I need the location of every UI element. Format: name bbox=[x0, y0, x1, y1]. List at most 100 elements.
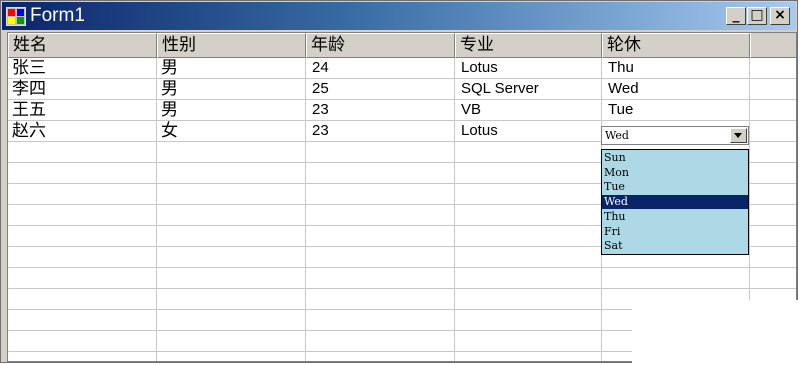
cell-filler bbox=[750, 58, 796, 79]
cell-name[interactable]: 张三 bbox=[8, 58, 157, 79]
cell-rest-day[interactable]: Tue bbox=[602, 100, 750, 121]
cell-major[interactable]: Lotus bbox=[455, 121, 602, 142]
cell-age[interactable] bbox=[306, 352, 455, 361]
close-button[interactable]: × bbox=[770, 7, 790, 25]
window-title: Form1 bbox=[30, 5, 85, 26]
column-header-gender[interactable]: 性别 bbox=[157, 33, 306, 58]
column-header-age[interactable]: 年龄 bbox=[306, 33, 455, 58]
cell-filler bbox=[750, 184, 796, 205]
dropdown-option-wed[interactable]: Wed bbox=[602, 195, 748, 210]
cell-gender[interactable] bbox=[157, 310, 306, 331]
cell-gender[interactable]: 男 bbox=[157, 79, 306, 100]
form-app-icon bbox=[6, 7, 26, 26]
rest-day-combo[interactable]: Wed bbox=[601, 126, 749, 145]
cell-gender[interactable] bbox=[157, 184, 306, 205]
cell-gender[interactable] bbox=[157, 247, 306, 268]
cell-gender[interactable] bbox=[157, 205, 306, 226]
cell-age[interactable]: 23 bbox=[306, 100, 455, 121]
table-row[interactable]: 李四男 25 SQL Server Wed bbox=[8, 79, 796, 100]
cell-name[interactable] bbox=[8, 205, 157, 226]
combo-dropdown-button[interactable] bbox=[730, 128, 747, 143]
cell-filler bbox=[750, 79, 796, 100]
cell-age[interactable] bbox=[306, 205, 455, 226]
cell-filler bbox=[750, 247, 796, 268]
cell-major[interactable] bbox=[455, 247, 602, 268]
dropdown-option-thu[interactable]: Thu bbox=[602, 210, 748, 224]
maximize-button[interactable]: □ bbox=[747, 7, 767, 25]
cell-name[interactable] bbox=[8, 142, 157, 163]
column-header-name[interactable]: 姓名 bbox=[8, 33, 157, 58]
cell-age[interactable]: 25 bbox=[306, 79, 455, 100]
cell-name[interactable] bbox=[8, 226, 157, 247]
cell-age[interactable]: 24 bbox=[306, 58, 455, 79]
chevron-down-icon bbox=[734, 133, 742, 138]
cell-rest-day[interactable]: Thu bbox=[602, 58, 750, 79]
combo-value: Wed bbox=[605, 129, 629, 142]
cell-major[interactable] bbox=[455, 331, 602, 352]
dropdown-option-mon[interactable]: Mon bbox=[602, 166, 748, 180]
cell-filler bbox=[750, 142, 796, 163]
dropdown-option-fri[interactable]: Fri bbox=[602, 225, 748, 239]
cell-name[interactable]: 王五 bbox=[8, 100, 157, 121]
minimize-button[interactable]: _ bbox=[726, 7, 746, 25]
cell-age[interactable] bbox=[306, 268, 455, 289]
cell-name[interactable] bbox=[8, 310, 157, 331]
cell-major[interactable] bbox=[455, 352, 602, 361]
cell-name[interactable]: 赵六 bbox=[8, 121, 157, 142]
cell-gender[interactable] bbox=[157, 226, 306, 247]
column-header-rest-day[interactable]: 轮休 bbox=[602, 33, 750, 58]
column-header-major[interactable]: 专业 bbox=[455, 33, 602, 58]
cell-age[interactable] bbox=[306, 310, 455, 331]
cell-age[interactable] bbox=[306, 184, 455, 205]
cell-gender[interactable] bbox=[157, 268, 306, 289]
cell-major[interactable]: Lotus bbox=[455, 58, 602, 79]
table-row[interactable]: 王五男 23 VB Tue bbox=[8, 100, 796, 121]
cell-gender[interactable] bbox=[157, 352, 306, 361]
table-row[interactable] bbox=[8, 268, 796, 289]
cell-gender[interactable] bbox=[157, 289, 306, 310]
cell-name[interactable] bbox=[8, 247, 157, 268]
cell-filler bbox=[750, 163, 796, 184]
cell-rest-day[interactable] bbox=[602, 268, 750, 289]
cell-age[interactable] bbox=[306, 289, 455, 310]
cell-major[interactable] bbox=[455, 289, 602, 310]
cell-age[interactable] bbox=[306, 226, 455, 247]
cell-gender[interactable] bbox=[157, 331, 306, 352]
cell-name[interactable] bbox=[8, 184, 157, 205]
table-row[interactable]: 张三男 24 Lotus Thu bbox=[8, 58, 796, 79]
title-bar[interactable]: Form1 _ □ × bbox=[2, 2, 796, 30]
column-header-filler bbox=[750, 33, 796, 58]
cell-major[interactable] bbox=[455, 142, 602, 163]
cell-age[interactable]: 23 bbox=[306, 121, 455, 142]
cell-name[interactable] bbox=[8, 163, 157, 184]
cell-major[interactable] bbox=[455, 226, 602, 247]
cell-gender[interactable] bbox=[157, 163, 306, 184]
cell-age[interactable] bbox=[306, 163, 455, 184]
cell-gender[interactable]: 女 bbox=[157, 121, 306, 142]
cell-major[interactable]: SQL Server bbox=[455, 79, 602, 100]
cell-name[interactable] bbox=[8, 331, 157, 352]
cell-age[interactable] bbox=[306, 247, 455, 268]
cell-major[interactable] bbox=[455, 268, 602, 289]
cell-rest-day[interactable]: Wed bbox=[602, 79, 750, 100]
cell-major[interactable] bbox=[455, 163, 602, 184]
cell-major[interactable] bbox=[455, 205, 602, 226]
cell-gender[interactable] bbox=[157, 142, 306, 163]
dropdown-option-sun[interactable]: Sun bbox=[602, 151, 748, 165]
cell-name[interactable]: 李四 bbox=[8, 79, 157, 100]
cell-major[interactable] bbox=[455, 184, 602, 205]
cell-filler bbox=[750, 226, 796, 247]
cell-gender[interactable]: 男 bbox=[157, 58, 306, 79]
cell-age[interactable] bbox=[306, 142, 455, 163]
rest-day-dropdown-list[interactable]: Sun Mon Tue Wed Thu Fri Sat bbox=[601, 149, 749, 255]
cell-name[interactable] bbox=[8, 289, 157, 310]
cell-major[interactable]: VB bbox=[455, 100, 602, 121]
cell-filler bbox=[750, 268, 796, 289]
cell-name[interactable] bbox=[8, 268, 157, 289]
cell-age[interactable] bbox=[306, 331, 455, 352]
cell-name[interactable] bbox=[8, 352, 157, 361]
dropdown-option-sat[interactable]: Sat bbox=[602, 239, 748, 253]
cell-major[interactable] bbox=[455, 310, 602, 331]
dropdown-option-tue[interactable]: Tue bbox=[602, 180, 748, 194]
cell-gender[interactable]: 男 bbox=[157, 100, 306, 121]
